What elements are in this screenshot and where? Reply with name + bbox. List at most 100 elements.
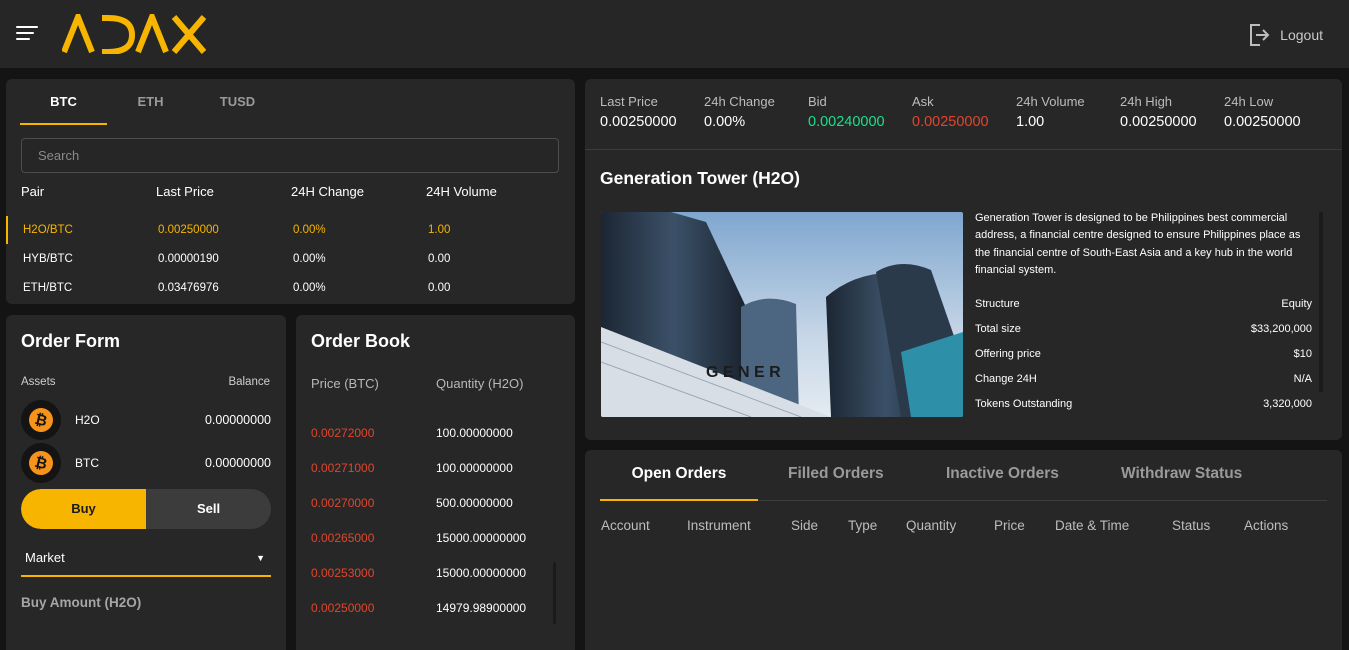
tab-eth[interactable]: ETH: [107, 79, 194, 125]
bitcoin-icon: ₿: [21, 400, 61, 440]
detail-label: Change 24H: [975, 373, 1037, 385]
order-book-scrollbar[interactable]: [553, 562, 556, 624]
order-type-value: Market: [25, 550, 65, 565]
divider: [585, 149, 1342, 150]
order-form-panel: Order Form Assets Balance ₿ H2O 0.000000…: [6, 315, 286, 650]
quantity-header: Quantity (H2O): [436, 376, 524, 391]
logout-button[interactable]: Logout: [1248, 22, 1323, 48]
col-account[interactable]: Account: [601, 518, 650, 533]
caret-down-icon: ▼: [256, 553, 265, 563]
col-type[interactable]: Type: [848, 518, 877, 533]
stat-label: Last Price: [600, 94, 658, 109]
detail-row: Total size $33,200,000: [975, 323, 1312, 335]
market-row[interactable]: HYB/BTC 0.00000190 0.00% 0.00: [23, 249, 563, 269]
stat-value: 1.00: [1016, 114, 1045, 130]
stat-value: 0.00250000: [1120, 114, 1197, 130]
col-24h-volume[interactable]: 24H Volume: [426, 184, 561, 199]
market-table-header: Pair Last Price 24H Change 24H Volume: [21, 184, 561, 199]
price-header: Price (BTC): [311, 376, 379, 391]
detail-row: Offering price $10: [975, 348, 1312, 360]
tab-btc[interactable]: BTC: [20, 79, 107, 125]
stat-24h-low: 24h Low 0.00250000: [1224, 94, 1301, 130]
asset-name: H2O: [75, 413, 100, 427]
ob-price: 0.00250000: [311, 601, 375, 615]
assets-label: Assets: [21, 376, 56, 388]
stat-24h-change: 24h Change 0.00%: [704, 94, 775, 130]
asset-description: Generation Tower is designed to be Phili…: [975, 212, 1301, 276]
detail-label: Structure: [975, 298, 1020, 310]
col-last-price[interactable]: Last Price: [156, 184, 291, 199]
order-book-row[interactable]: 0.00265000 15000.00000000: [311, 528, 551, 548]
ob-price: 0.00253000: [311, 566, 375, 580]
col-actions[interactable]: Actions: [1244, 518, 1288, 533]
ob-quantity: 500.00000000: [436, 496, 513, 510]
stat-value: 0.00240000: [808, 114, 885, 130]
ob-quantity: 100.00000000: [436, 461, 513, 475]
stat-value: 0.00%: [704, 114, 746, 130]
pair-cell: HYB/BTC: [23, 253, 73, 265]
market-row[interactable]: ETH/BTC 0.03476976 0.00% 0.00: [23, 278, 563, 298]
order-book-row[interactable]: 0.00250000 14979.98900000: [311, 598, 551, 618]
asset-balance: 0.00000000: [204, 456, 271, 470]
order-book-row[interactable]: 0.00253000 15000.00000000: [311, 563, 551, 583]
balance-label: Balance: [228, 376, 270, 388]
col-date-time[interactable]: Date & Time: [1055, 518, 1129, 533]
stat-label: 24h Low: [1224, 94, 1274, 109]
stat-last-price: Last Price 0.00250000: [600, 94, 677, 130]
pair-cell: ETH/BTC: [23, 282, 73, 294]
logout-label: Logout: [1280, 27, 1323, 43]
asset-row: ₿ BTC 0.00000000: [21, 443, 271, 483]
ob-quantity: 15000.00000000: [436, 566, 527, 580]
asset-balance: 0.00000000: [204, 413, 271, 427]
order-book-row[interactable]: 0.00270000 500.00000000: [311, 493, 551, 513]
volume-cell: 0.00: [428, 253, 451, 265]
col-status[interactable]: Status: [1172, 518, 1210, 533]
order-book-title: Order Book: [311, 331, 411, 351]
asset-info-scrollbar[interactable]: [1319, 212, 1323, 392]
buy-amount-label: Buy Amount (H2O): [21, 595, 142, 610]
last-price-cell: 0.00250000: [158, 224, 219, 236]
order-book-row[interactable]: 0.00272000 100.00000000: [311, 423, 551, 443]
tab-withdraw-status[interactable]: Withdraw Status: [1121, 450, 1242, 501]
stat-label: 24h High: [1120, 94, 1173, 109]
detail-label: Tokens Outstanding: [975, 398, 1073, 410]
order-type-select[interactable]: Market ▼: [21, 545, 271, 577]
buy-button[interactable]: Buy: [21, 489, 146, 529]
adax-logo[interactable]: [62, 14, 208, 54]
buy-sell-toggle: Buy Sell: [21, 489, 271, 529]
detail-value: 3,320,000: [1263, 398, 1312, 410]
market-tabs: BTC ETH TUSD: [20, 79, 281, 125]
detail-row: Structure Equity: [975, 298, 1312, 310]
detail-value: $33,200,000: [1250, 323, 1312, 335]
ob-price: 0.00272000: [311, 426, 375, 440]
col-side[interactable]: Side: [791, 518, 818, 533]
stat-value: 0.00250000: [1224, 114, 1301, 130]
detail-row: Tokens Outstanding 3,320,000: [975, 398, 1312, 410]
last-price-cell: 0.03476976: [158, 282, 219, 294]
col-quantity[interactable]: Quantity: [906, 518, 956, 533]
market-search-input[interactable]: [21, 138, 559, 173]
tab-open-orders[interactable]: Open Orders: [600, 450, 758, 501]
stat-label: 24h Volume: [1016, 94, 1085, 109]
stat-label: 24h Change: [704, 94, 775, 109]
order-book-row[interactable]: 0.00271000 100.00000000: [311, 458, 551, 478]
ob-price: 0.00271000: [311, 461, 375, 475]
tab-tusd[interactable]: TUSD: [194, 79, 281, 125]
tab-inactive-orders[interactable]: Inactive Orders: [946, 450, 1059, 501]
change-cell: 0.00%: [293, 224, 326, 236]
order-form-title: Order Form: [21, 331, 121, 351]
stat-ask: Ask 0.00250000: [912, 94, 989, 130]
col-instrument[interactable]: Instrument: [687, 518, 751, 533]
top-bar: Logout: [0, 0, 1349, 68]
order-book-panel: Order Book Price (BTC) Quantity (H2O) 0.…: [296, 315, 575, 650]
tab-filled-orders[interactable]: Filled Orders: [788, 450, 884, 501]
last-price-cell: 0.00000190: [158, 253, 219, 265]
col-price[interactable]: Price: [994, 518, 1025, 533]
col-24h-change[interactable]: 24H Change: [291, 184, 426, 199]
hamburger-menu-icon[interactable]: [16, 26, 38, 42]
detail-value: $10: [1293, 348, 1312, 360]
ob-quantity: 14979.98900000: [436, 601, 527, 615]
market-row[interactable]: H2O/BTC 0.00250000 0.00% 1.00: [23, 220, 563, 240]
sell-button[interactable]: Sell: [146, 489, 271, 529]
col-pair[interactable]: Pair: [21, 184, 156, 199]
